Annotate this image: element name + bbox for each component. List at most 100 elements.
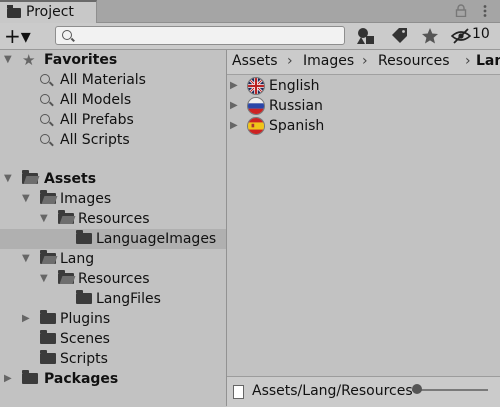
tree-item-scripts[interactable]: Scripts — [0, 349, 226, 369]
folder-icon — [40, 350, 56, 364]
more-menu-icon[interactable] — [478, 4, 492, 18]
asset-list-panel: Assets › Images › Resources › Lan ▶ Engl… — [227, 50, 500, 406]
breadcrumb-item[interactable]: Lan — [476, 53, 500, 69]
folder-open-icon — [58, 210, 74, 224]
slider-knob[interactable] — [412, 384, 422, 394]
asset-item-label: Spanish — [269, 118, 325, 134]
star-icon — [422, 28, 438, 44]
folder-icon — [40, 310, 56, 324]
status-bar: Assets/Lang/Resources/LangFiles — [227, 376, 500, 407]
tree-item-all-materials[interactable]: All Materials — [0, 70, 226, 90]
tag-icon — [392, 28, 407, 43]
tree-item-label: Scenes — [60, 331, 110, 347]
folder-open-icon — [58, 270, 74, 284]
tree-item-all-prefabs[interactable]: All Prefabs — [0, 110, 226, 130]
shapes-icon — [357, 28, 374, 44]
folder-icon — [76, 290, 92, 304]
expand-arrow-icon[interactable]: ▼ — [4, 50, 12, 70]
collapse-arrow-icon[interactable]: ▶ — [22, 309, 30, 329]
search-field[interactable] — [76, 27, 340, 46]
lock-icon[interactable] — [455, 4, 467, 17]
hidden-count: 10 — [472, 26, 490, 42]
collapse-arrow-icon[interactable]: ▶ — [230, 76, 238, 96]
breadcrumb: Assets › Images › Resources › Lan — [227, 50, 500, 75]
russia-flag-icon — [247, 97, 265, 115]
eye-slash-icon — [451, 28, 471, 44]
folder-icon — [7, 5, 21, 18]
tree-item-label: Plugins — [60, 311, 111, 327]
tree-item-label: Resources — [78, 271, 150, 287]
asset-item-english[interactable]: ▶ English — [227, 76, 500, 96]
tree-item-label: All Scripts — [60, 132, 130, 148]
chevron-right-icon: › — [362, 53, 368, 69]
toolbar: +▾ 10 — [0, 23, 500, 50]
expand-arrow-icon[interactable]: ▼ — [40, 269, 48, 289]
tree-item-label: Assets — [44, 171, 97, 187]
tree-item-lang-resources[interactable]: ▼ Resources — [0, 269, 226, 289]
project-tree-panel: ▼ ★ Favorites All Materials All Models A… — [0, 50, 227, 406]
save-search-button[interactable] — [417, 25, 443, 47]
filter-by-type-button[interactable] — [352, 25, 382, 47]
asset-item-label: Russian — [269, 98, 323, 114]
search-icon — [40, 114, 50, 124]
hidden-packages-toggle[interactable]: 10 — [448, 25, 498, 47]
asset-item-russian[interactable]: ▶ Russian — [227, 96, 500, 116]
expand-arrow-icon[interactable]: ▼ — [22, 189, 30, 209]
tree-item-label: Lang — [60, 251, 95, 267]
tree-item-all-scripts[interactable]: All Scripts — [0, 130, 226, 150]
collapse-arrow-icon[interactable]: ▶ — [4, 369, 12, 389]
filter-by-label-button[interactable] — [385, 25, 413, 47]
zoom-slider[interactable] — [412, 384, 492, 394]
tree-item-label: Images — [60, 191, 112, 207]
tree-item-all-models[interactable]: All Models — [0, 90, 226, 110]
folder-icon — [76, 230, 92, 244]
folder-icon — [40, 330, 56, 344]
search-icon — [40, 94, 50, 104]
selected-path: Assets/Lang/Resources/LangFiles — [252, 383, 412, 399]
tree-item-label: LangFiles — [96, 291, 161, 307]
search-icon — [40, 74, 50, 84]
folder-open-icon — [40, 250, 56, 264]
breadcrumb-item[interactable]: Assets — [232, 53, 278, 69]
chevron-right-icon: › — [465, 53, 471, 69]
tree-item-scenes[interactable]: Scenes — [0, 329, 226, 349]
tree-item-language-images[interactable]: LanguageImages — [0, 229, 226, 249]
tree-item-packages[interactable]: ▶ Packages — [0, 369, 226, 389]
asset-item-spanish[interactable]: ▶ Spanish — [227, 116, 500, 136]
tree-item-label: All Models — [60, 92, 132, 108]
uk-flag-icon — [247, 77, 265, 95]
search-icon — [62, 30, 72, 40]
tab-project[interactable]: Project — [0, 0, 97, 23]
collapse-arrow-icon[interactable]: ▶ — [230, 96, 238, 116]
expand-arrow-icon[interactable]: ▼ — [40, 209, 48, 229]
expand-arrow-icon[interactable]: ▼ — [4, 169, 12, 189]
tree-item-images-resources[interactable]: ▼ Resources — [0, 209, 226, 229]
breadcrumb-item[interactable]: Resources — [378, 53, 450, 69]
expand-arrow-icon[interactable]: ▼ — [22, 249, 30, 269]
star-icon: ★ — [22, 51, 36, 69]
collapse-arrow-icon[interactable]: ▶ — [230, 116, 238, 136]
tree-item-label: LanguageImages — [96, 231, 217, 247]
create-button[interactable]: +▾ — [4, 25, 48, 47]
tree-item-label: All Materials — [60, 72, 146, 88]
tree-item-assets[interactable]: ▼ Assets — [0, 169, 226, 189]
folder-open-icon — [40, 190, 56, 204]
search-input[interactable] — [55, 26, 345, 46]
tree-item-favorites[interactable]: ▼ ★ Favorites — [0, 50, 226, 70]
tab-bar: Project — [0, 0, 500, 23]
tree-item-label: Scripts — [60, 351, 108, 367]
tree-item-plugins[interactable]: ▶ Plugins — [0, 309, 226, 329]
tree-item-label: Resources — [78, 211, 150, 227]
search-icon — [40, 134, 50, 144]
spain-flag-icon — [247, 117, 265, 135]
asset-item-label: English — [269, 78, 320, 94]
breadcrumb-item[interactable]: Images — [303, 53, 354, 69]
tree-item-lang[interactable]: ▼ Lang — [0, 249, 226, 269]
tree-item-lang-files[interactable]: LangFiles — [0, 289, 226, 309]
tab-label: Project — [26, 4, 74, 20]
slider-track[interactable] — [412, 389, 488, 391]
folder-open-icon — [22, 170, 38, 184]
folder-icon — [22, 370, 38, 384]
tree-item-label: Favorites — [44, 52, 118, 68]
tree-item-images[interactable]: ▼ Images — [0, 189, 226, 209]
